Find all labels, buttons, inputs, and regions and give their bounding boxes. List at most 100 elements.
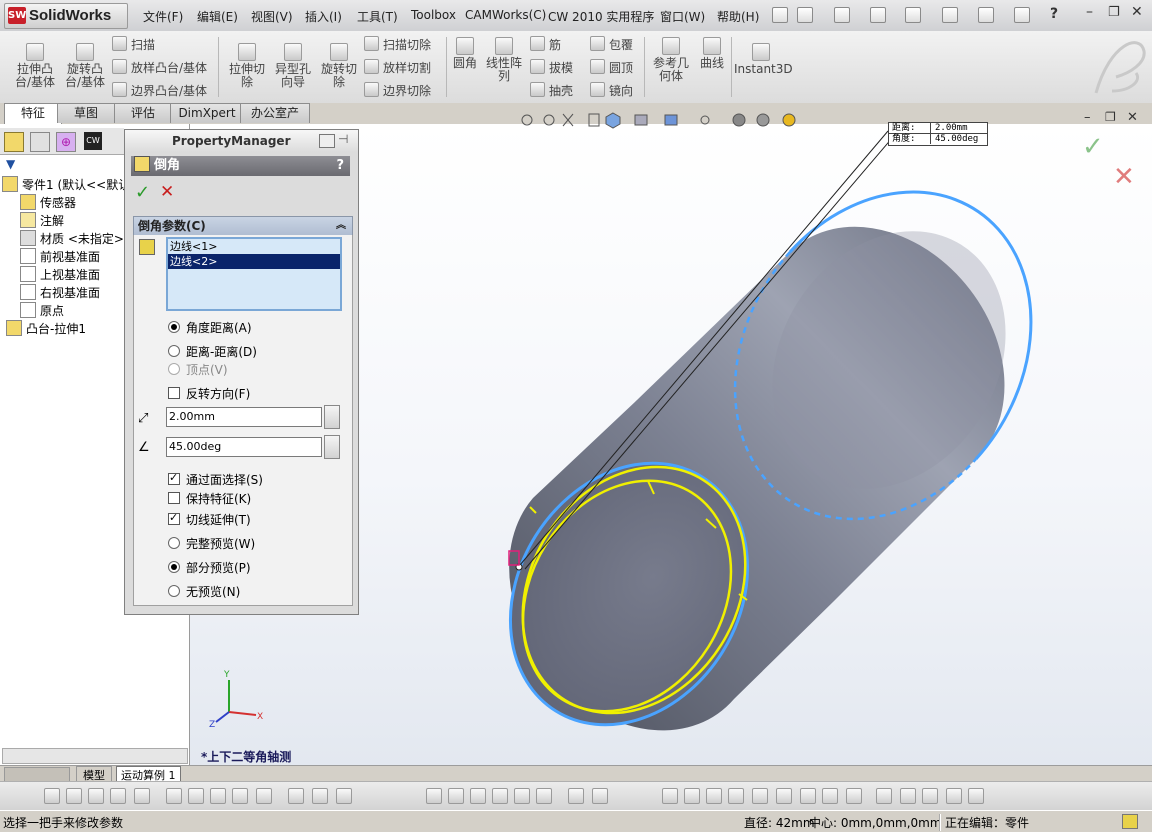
tree-item-origin[interactable]: 原点 [20,302,64,319]
sketch-tool-icon[interactable] [188,788,204,804]
save-icon[interactable] [870,7,886,23]
shell-button[interactable]: 抽壳 [530,82,573,99]
loft-cut-button[interactable]: 放样切割 [364,59,431,76]
revolve-cut-button[interactable]: 旋转切 除 [316,43,362,89]
undo-icon[interactable] [942,7,958,23]
evaluate-tool-icon[interactable] [876,788,892,804]
menu-insert[interactable]: 插入(I) [305,8,342,25]
ok-button[interactable]: ✓ [135,182,150,203]
evaluate-tool-icon[interactable] [946,788,962,804]
tree-item-right-plane[interactable]: 右视基准面 [20,284,100,301]
menu-edit[interactable]: 编辑(E) [197,8,238,25]
confirm-ok-icon[interactable]: ✓ [1082,132,1104,162]
loft-boss-button[interactable]: 放样凸台/基体 [112,59,207,76]
revolve-boss-button[interactable]: 旋转凸 台/基体 [62,43,108,89]
solidworks-logo[interactable]: SW SolidWorks [4,3,128,29]
confirm-cancel-icon[interactable]: ✕ [1113,162,1135,192]
feature-tool-icon[interactable] [448,788,464,804]
evaluate-tool-icon[interactable] [922,788,938,804]
mirror-button[interactable]: 镜向 [590,82,633,99]
tab-office-products[interactable]: 办公室产品 [240,103,310,139]
annotation-tool-icon[interactable] [706,788,722,804]
angle-input[interactable]: 45.00deg [166,437,322,457]
doc-minimize-icon[interactable]: – [1084,110,1091,125]
feature-tool-icon[interactable] [592,788,608,804]
callout-distance-value[interactable]: 2.00mm [931,123,968,133]
edge-selection-list[interactable]: 边线<1> 边线<2> [166,237,342,311]
reference-geometry-button[interactable]: 参考几 何体 [650,37,692,83]
sketch-tool-icon[interactable] [166,788,182,804]
minimize-icon[interactable]: – [1086,4,1093,20]
trim-tool-icon[interactable] [110,788,126,804]
tree-item-front-plane[interactable]: 前视基准面 [20,248,100,265]
rib-button[interactable]: 筋 [530,36,561,53]
sweep-button[interactable]: 扫描 [112,36,155,53]
vertex-radio[interactable]: 顶点(V) [168,361,228,378]
select-icon[interactable] [978,7,994,23]
menu-file[interactable]: 文件(F) [143,8,183,25]
tree-item-material[interactable]: 材质 <未指定> [20,230,124,247]
feature-tool-icon[interactable] [568,788,584,804]
linear-pattern-button[interactable]: 线性阵 列 [483,37,525,83]
annotation-tool-icon[interactable] [846,788,862,804]
boundary-boss-button[interactable]: 边界凸台/基体 [112,82,207,99]
doc-close-icon[interactable]: ✕ [1127,110,1138,125]
new-document-icon[interactable] [797,7,813,23]
tab-sketch[interactable]: 草图 [57,103,115,123]
sketch-tool-icon[interactable] [210,788,226,804]
pin-icon[interactable]: ⊣ [338,132,348,146]
annotation-tool-icon[interactable] [728,788,744,804]
select-through-faces-checkbox[interactable]: 通过面选择(S) [168,471,263,488]
angle-spinner[interactable] [324,435,340,459]
rebuild-icon[interactable] [1014,7,1030,23]
instant3d-button[interactable]: Instant3D [734,43,793,76]
menu-view[interactable]: 视图(V) [251,8,293,25]
polygon-tool-icon[interactable] [88,788,104,804]
menu-tools[interactable]: 工具(T) [357,8,398,25]
menu-window[interactable]: 窗口(W) [660,8,705,25]
boundary-cut-button[interactable]: 边界切除 [364,82,431,99]
angle-distance-radio[interactable]: 角度距离(A) [168,319,252,336]
tree-item-boss-extrude[interactable]: 凸台-拉伸1 [6,320,86,337]
pm-options-icon[interactable] [319,134,335,148]
print-icon[interactable] [905,7,921,23]
close-icon[interactable]: ✕ [1131,4,1143,20]
cancel-button[interactable]: ✕ [160,182,174,202]
feature-tool-icon[interactable] [470,788,486,804]
distance-input[interactable]: 2.00mm [166,407,322,427]
angle-tool-icon[interactable] [336,788,352,804]
offset-tool-icon[interactable] [134,788,150,804]
feature-tool-icon[interactable] [426,788,442,804]
hole-wizard-button[interactable]: 异型孔 向导 [270,43,316,89]
distance-spinner[interactable] [324,405,340,429]
fillet-button[interactable]: 圆角 [450,37,480,70]
evaluate-tool-icon[interactable] [900,788,916,804]
tree-item-top-plane[interactable]: 上视基准面 [20,266,100,283]
dimension-callout[interactable]: 距离: 2.00mm 角度: 45.00deg [888,122,988,146]
edge-list-item[interactable]: 边线<1> [168,239,340,254]
help-icon[interactable]: ? [1050,6,1058,22]
tree-item-sensors[interactable]: 传感器 [20,194,76,211]
dome-button[interactable]: 圆顶 [590,59,633,76]
distance-distance-radio[interactable]: 距离-距离(D) [168,343,257,360]
menu-toolbox[interactable]: Toolbox [411,8,456,22]
circle-tool-icon[interactable] [44,788,60,804]
tab-evaluate[interactable]: 评估 [114,103,172,123]
menu-cw-utilities[interactable]: CW 2010 实用程序 [548,8,654,25]
evaluate-tool-icon[interactable] [968,788,984,804]
sweep-cut-button[interactable]: 扫描切除 [364,36,431,53]
tree-horizontal-scrollbar[interactable] [2,748,188,764]
tangent-propagation-checkbox[interactable]: 切线延伸(T) [168,511,251,528]
sketch-tool-icon[interactable] [232,788,248,804]
extrude-boss-button[interactable]: 拉伸凸 台/基体 [12,43,58,89]
tab-features[interactable]: 特征 [4,103,62,124]
tree-item-annotations[interactable]: 注解 [20,212,64,229]
sketch-tool-icon[interactable] [256,788,272,804]
propertymanager-tab-icon[interactable] [30,132,50,152]
annotation-tool-icon[interactable] [822,788,838,804]
help-icon[interactable]: ? [336,156,344,176]
tab-dimxpert[interactable]: DimXpert [170,103,244,123]
pin-icon[interactable] [772,7,788,23]
collapse-icon[interactable]: ︽ [336,217,346,235]
open-icon[interactable] [834,7,850,23]
